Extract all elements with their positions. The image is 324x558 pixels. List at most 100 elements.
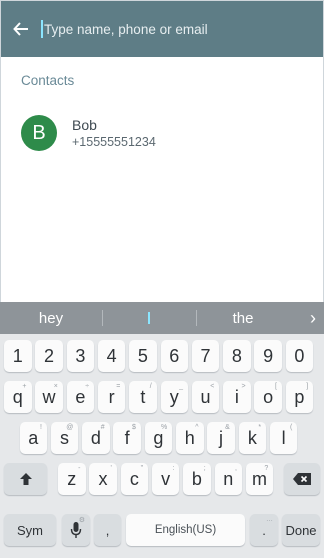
comma-key-label: , <box>105 522 110 538</box>
key-0-label: 0 <box>294 345 305 366</box>
key-t-label: t <box>140 386 146 407</box>
key-j-label: j <box>219 427 224 448</box>
key-q-hint: + <box>22 383 27 390</box>
key-3[interactable]: 3 <box>66 340 95 372</box>
key-w[interactable]: w × <box>35 381 63 413</box>
key-h[interactable]: h ^ <box>176 422 204 454</box>
space-key[interactable]: English(US) <box>126 514 245 546</box>
contact-list-item[interactable]: B Bob +15555551234 <box>21 112 311 154</box>
key-c[interactable]: c " <box>120 463 149 495</box>
key-m[interactable]: m? <box>245 463 274 495</box>
key-z[interactable]: z- <box>58 463 86 495</box>
key-n-label: n <box>223 468 234 489</box>
key-q[interactable]: q + <box>4 381 32 413</box>
contacts-section-title: Contacts <box>21 73 75 88</box>
suggestion-expand-icon[interactable]: › <box>310 302 316 334</box>
space-key-label: English(US) <box>154 524 217 536</box>
key-x-hint: ' <box>110 465 112 472</box>
key-d[interactable]: d # <box>82 422 110 454</box>
voice-input-key[interactable]: ⚙ <box>62 514 90 546</box>
suggestion-middle[interactable] <box>103 302 195 334</box>
key-p-hint: ] <box>306 383 309 390</box>
key-n-hint: , <box>235 465 237 472</box>
key-2[interactable]: 2 <box>35 340 63 372</box>
key-k-label: k <box>247 427 257 448</box>
key-l-hint: ( <box>290 424 293 431</box>
done-key[interactable]: Done <box>282 514 320 546</box>
key-a-hint: ! <box>40 424 42 431</box>
key-5[interactable]: 5 <box>129 340 157 372</box>
key-1[interactable]: 1 <box>4 340 32 372</box>
key-u-hint: < <box>210 383 215 390</box>
key-z-hint: - <box>78 465 81 472</box>
key-o-label: o <box>263 386 274 407</box>
key-4[interactable]: 4 <box>97 340 126 372</box>
key-2-label: 2 <box>44 345 55 366</box>
comma-key[interactable]: , <box>94 514 121 546</box>
search-header: Type name, phone or email <box>1 1 323 57</box>
key-t-hint: / <box>149 383 152 390</box>
key-p-label: p <box>294 386 305 407</box>
key-q-label: q <box>12 386 23 407</box>
key-0[interactable]: 0 <box>285 340 314 372</box>
suggestion-left[interactable]: hey <box>0 302 102 334</box>
key-x[interactable]: x ' <box>89 463 117 495</box>
key-7-label: 7 <box>200 345 211 366</box>
key-i-hint: > <box>241 383 246 390</box>
key-k-hint: * <box>258 424 262 431</box>
period-key-hint: … <box>266 516 273 523</box>
shift-key[interactable] <box>4 463 47 495</box>
key-g[interactable]: g% <box>144 422 173 454</box>
key-5-label: 5 <box>137 345 148 366</box>
back-button[interactable] <box>1 1 41 57</box>
key-e[interactable]: e ÷ <box>66 381 95 413</box>
key-j[interactable]: j & <box>207 422 235 454</box>
key-x-label: x <box>98 468 108 489</box>
key-6[interactable]: 6 <box>160 340 188 372</box>
key-i[interactable]: i > <box>223 381 251 413</box>
key-g-hint: % <box>160 424 168 431</box>
period-key[interactable]: .… <box>250 514 278 546</box>
search-input[interactable]: Type name, phone or email <box>41 1 323 57</box>
key-8-label: 8 <box>231 345 242 366</box>
key-r[interactable]: r = <box>97 381 126 413</box>
key-k[interactable]: k * <box>238 422 267 454</box>
key-6-label: 6 <box>169 345 180 366</box>
key-s[interactable]: s @ <box>50 422 79 454</box>
key-8[interactable]: 8 <box>223 340 251 372</box>
key-t[interactable]: t / <box>129 381 157 413</box>
suggestion-right[interactable]: the <box>197 302 289 334</box>
key-h-hint: ^ <box>195 424 199 431</box>
key-e-hint: ÷ <box>85 383 90 390</box>
key-b-label: b <box>191 468 202 489</box>
key-4-label: 4 <box>106 345 117 366</box>
key-m-hint: ? <box>264 465 269 472</box>
key-n[interactable]: n, <box>214 463 242 495</box>
key-j-hint: & <box>225 424 230 431</box>
key-i-label: i <box>234 386 239 407</box>
key-b[interactable]: b; <box>183 463 211 495</box>
key-s-hint: @ <box>66 424 74 431</box>
search-placeholder: Type name, phone or email <box>44 21 208 37</box>
key-p[interactable]: p] <box>285 381 314 413</box>
key-o[interactable]: o[ <box>254 381 282 413</box>
sym-key[interactable]: Sym <box>4 514 56 546</box>
key-9[interactable]: 9 <box>254 340 282 372</box>
key-a[interactable]: a! <box>19 422 47 454</box>
key-y[interactable]: y _ <box>160 381 188 413</box>
key-r-label: r <box>108 386 115 407</box>
key-b-hint: ; <box>203 465 206 472</box>
avatar: B <box>21 115 57 151</box>
key-3-label: 3 <box>75 345 86 366</box>
key-l[interactable]: l( <box>269 422 298 454</box>
on-screen-keyboard: hey the › 1 2 3 4 5 6 7 8 9 0 q + w × e ÷ r = t / y _ u < i > o[p]… <box>0 302 324 558</box>
backspace-key[interactable] <box>284 463 320 495</box>
key-f[interactable]: f $ <box>113 422 141 454</box>
contact-name: Bob <box>72 117 97 133</box>
shift-icon <box>19 473 32 485</box>
sym-key-label: Sym <box>17 522 43 538</box>
key-v[interactable]: v: <box>151 463 180 495</box>
key-u[interactable]: u < <box>191 381 220 413</box>
key-7[interactable]: 7 <box>191 340 220 372</box>
key-d-label: d <box>90 427 101 448</box>
